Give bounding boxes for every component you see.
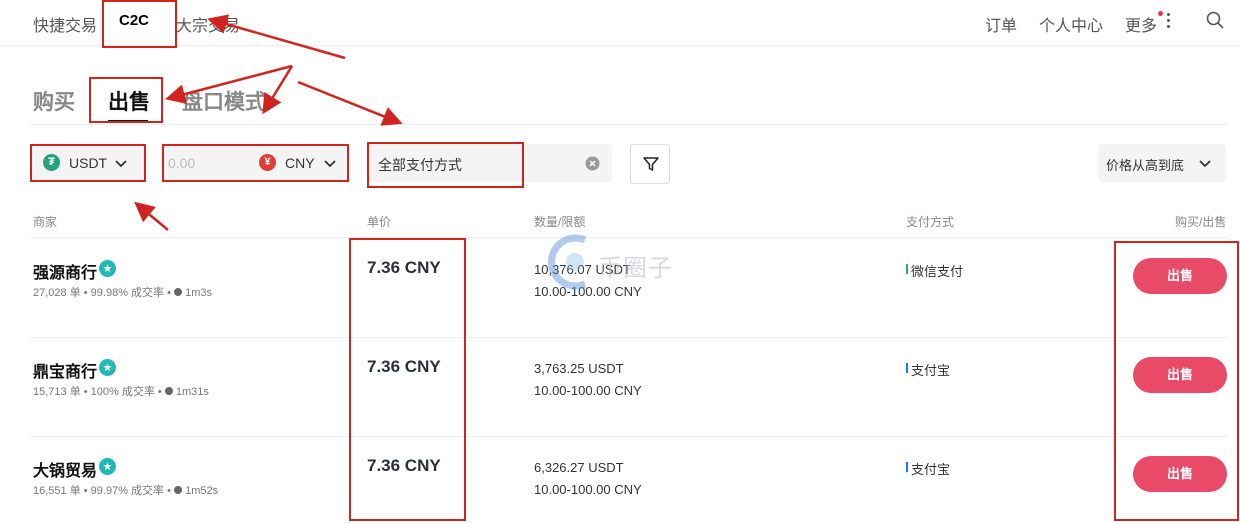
annotation-arrows (134, 14, 403, 231)
